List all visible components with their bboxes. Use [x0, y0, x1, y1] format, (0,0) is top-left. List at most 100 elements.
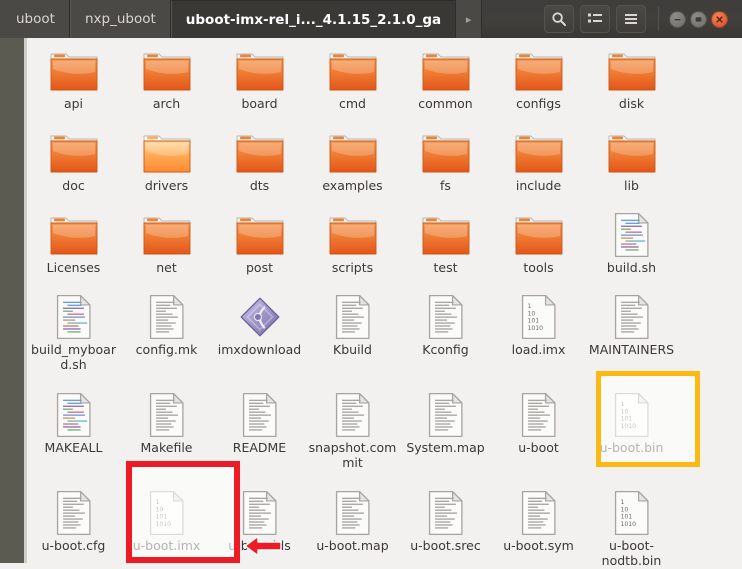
breadcrumb-item-2[interactable]: uboot-imx-rel_i..._4.1.15_2.1.0_ga	[170, 0, 457, 38]
menu-button[interactable]	[616, 5, 646, 33]
file-item-MAKEALL[interactable]: MAKEALL	[27, 382, 120, 480]
file-item-test[interactable]: test	[399, 202, 492, 284]
file-item-doc[interactable]: doc	[27, 120, 120, 202]
file-item-board[interactable]: board	[213, 38, 306, 120]
file-item-dts[interactable]: dts	[213, 120, 306, 202]
file-item-load.imx[interactable]: 1 10 101 1010 load.imx	[492, 284, 585, 382]
folder-icon	[329, 135, 376, 173]
folder-icon	[422, 135, 469, 173]
folder-icon	[329, 217, 376, 255]
file-item-Makefile[interactable]: Makefile	[120, 382, 213, 480]
file-icon-wrapper	[234, 126, 286, 176]
file-item-scripts[interactable]: scripts	[306, 202, 399, 284]
file-icon-wrapper: 1 10 101 1010	[519, 290, 559, 340]
file-item-build_myboard.sh[interactable]: build_myboard.sh	[27, 284, 120, 382]
file-item-include[interactable]: include	[492, 120, 585, 202]
file-item-u-boot.sym[interactable]: u-boot.sym	[492, 480, 585, 569]
file-item-imxdownload[interactable]: imxdownload	[213, 284, 306, 382]
text-file-icon	[428, 490, 463, 536]
file-label: u-boot.map	[316, 538, 389, 553]
text-file-icon	[335, 490, 370, 536]
file-item-tools[interactable]: tools	[492, 202, 585, 284]
file-item-build.sh[interactable]: build.sh	[585, 202, 678, 284]
file-item-api[interactable]: api	[27, 38, 120, 120]
folder-icon	[143, 217, 190, 255]
file-item-post[interactable]: post	[213, 202, 306, 284]
file-grid-view[interactable]: api arch board cmd common configs disk d…	[27, 38, 742, 569]
file-item-snapshot.commit[interactable]: snapshot.commit	[306, 382, 399, 480]
file-item-disk[interactable]: disk	[585, 38, 678, 120]
text-file-icon	[335, 294, 370, 340]
file-item-Kbuild[interactable]: Kbuild	[306, 284, 399, 382]
file-icon-wrapper	[519, 388, 559, 438]
file-icon-wrapper	[141, 208, 193, 258]
file-item-u-boot.cfg[interactable]: u-boot.cfg	[27, 480, 120, 569]
close-button[interactable]	[711, 10, 728, 28]
file-item-u-boot.imx[interactable]: 1 10 101 1010 u-boot.imx	[120, 480, 213, 569]
svg-text:1: 1	[620, 499, 624, 506]
search-button[interactable]	[544, 5, 574, 33]
file-label: load.imx	[511, 342, 566, 357]
file-item-examples[interactable]: examples	[306, 120, 399, 202]
folder-icon	[143, 53, 190, 91]
folder-icon	[143, 135, 190, 173]
file-icon-wrapper	[234, 208, 286, 258]
file-item-arch[interactable]: arch	[120, 38, 213, 120]
folder-icon	[50, 135, 97, 173]
file-item-README[interactable]: README	[213, 382, 306, 480]
folder-icon	[515, 217, 562, 255]
window-controls	[658, 7, 734, 31]
maximize-icon	[695, 16, 702, 22]
title-bar: uboot nxp_uboot uboot-imx-rel_i..._4.1.15_…	[0, 0, 742, 38]
file-item-u-boot.bin[interactable]: 1 10 101 1010 u-boot.bin	[585, 382, 678, 480]
view-options-button[interactable]	[580, 5, 610, 33]
list-view-icon	[588, 13, 602, 23]
file-item-u-boot.lds[interactable]: u-boot.lds	[213, 480, 306, 569]
script-file-icon	[56, 294, 91, 340]
minimize-button[interactable]	[669, 10, 686, 28]
file-icon-wrapper	[54, 486, 94, 536]
file-icon-wrapper: 1 10 101 1010	[612, 388, 652, 438]
file-label: u-boot.bin	[599, 440, 664, 455]
file-item-config.mk[interactable]: config.mk	[120, 284, 213, 382]
file-label: u-boot.srec	[410, 538, 481, 553]
file-item-System.map[interactable]: System.map	[399, 382, 492, 480]
close-icon	[716, 15, 723, 23]
file-icon-wrapper	[48, 44, 100, 94]
folder-icon	[515, 53, 562, 91]
file-item-common[interactable]: common	[399, 38, 492, 120]
svg-text:10: 10	[527, 310, 535, 317]
binary-file-icon: 1101011010	[614, 490, 649, 536]
file-item-Kconfig[interactable]: Kconfig	[399, 284, 492, 382]
file-label: build.sh	[606, 260, 657, 275]
maximize-button[interactable]	[690, 10, 707, 28]
file-item-u-boot[interactable]: u-boot	[492, 382, 585, 480]
file-item-u-boot-nodtb.bin[interactable]: 1 10 101 1010 u-boot-nodtb.bin	[585, 480, 678, 569]
sidebar-places-panel[interactable]	[0, 38, 24, 563]
breadcrumb-item-1[interactable]: nxp_uboot	[69, 0, 171, 38]
file-item-net[interactable]: net	[120, 202, 213, 284]
svg-text:10: 10	[155, 506, 163, 513]
file-item-drivers[interactable]: drivers	[120, 120, 213, 202]
text-file-icon	[335, 392, 370, 438]
file-label: Kconfig	[422, 342, 469, 357]
text-file-icon	[521, 490, 556, 536]
svg-text:10: 10	[620, 506, 628, 513]
breadcrumb-next-arrow-icon[interactable]: ▸	[456, 0, 483, 38]
file-item-lib[interactable]: lib	[585, 120, 678, 202]
file-item-u-boot.srec[interactable]: u-boot.srec	[399, 480, 492, 569]
file-label: doc	[62, 178, 85, 193]
file-item-Licenses[interactable]: Licenses	[27, 202, 120, 284]
svg-text:1: 1	[620, 401, 624, 408]
file-item-MAINTAINERS[interactable]: MAINTAINERS	[585, 284, 678, 382]
binary-file-icon: 1101011010	[521, 294, 556, 340]
script-file-icon	[56, 392, 91, 438]
file-item-fs[interactable]: fs	[399, 120, 492, 202]
file-item-cmd[interactable]: cmd	[306, 38, 399, 120]
folder-icon	[608, 53, 655, 91]
breadcrumb-item-0[interactable]: uboot	[0, 0, 70, 38]
file-item-u-boot.map[interactable]: u-boot.map	[306, 480, 399, 569]
svg-text:101: 101	[155, 514, 167, 521]
file-item-configs[interactable]: configs	[492, 38, 585, 120]
text-file-icon	[149, 392, 184, 438]
